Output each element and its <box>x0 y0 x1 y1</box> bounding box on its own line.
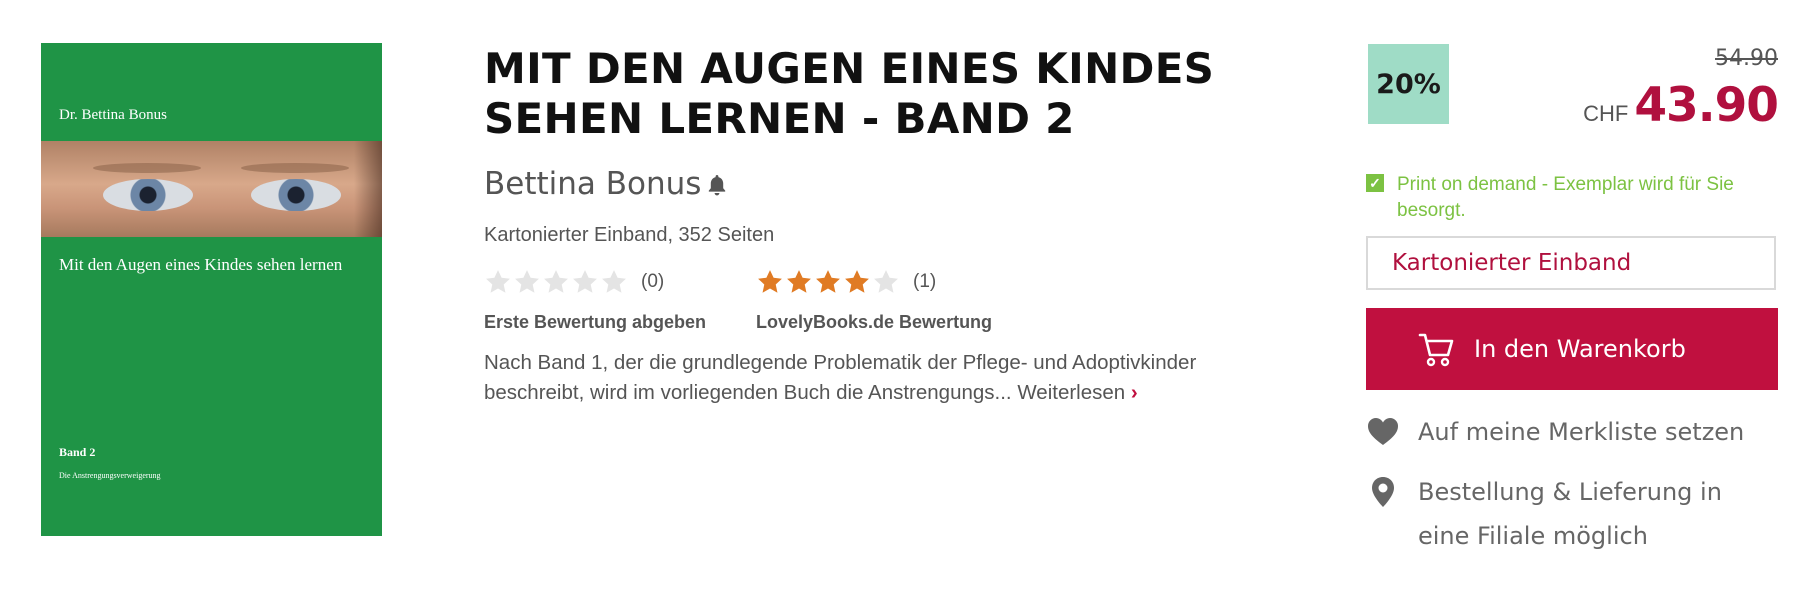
own-rating-stars[interactable] <box>484 268 629 296</box>
cover-eyes-photo <box>41 141 382 237</box>
add-to-cart-label: In den Warenkorb <box>1474 335 1686 363</box>
format-select-value: Kartonierter Einband <box>1392 250 1632 276</box>
author-link[interactable]: Bettina Bonus <box>484 166 701 202</box>
heart-icon <box>1368 418 1398 445</box>
star-empty-icon <box>486 270 510 293</box>
format-select[interactable]: Kartonierter Einband <box>1366 236 1776 290</box>
star-filled-icon <box>845 270 869 293</box>
wishlist-link[interactable]: Auf meine Merkliste setzen <box>1366 410 1744 454</box>
checkbox-icon: ✓ <box>1366 174 1384 192</box>
cover-subtitle-text: Mit den Augen eines Kindes sehen lernen <box>59 255 343 274</box>
lovelybooks-rating[interactable]: (1) <box>756 268 936 296</box>
own-rating[interactable]: (0) <box>484 268 664 296</box>
product-description: Nach Band 1, der die grundlegende Proble… <box>484 348 1274 408</box>
store-delivery-label: Bestellung & Lieferung in eine Filiale m… <box>1418 478 1722 550</box>
format-info: Kartonierter Einband, 352 Seiten <box>484 224 775 246</box>
shopping-cart-icon <box>1418 333 1454 367</box>
star-empty-icon <box>874 270 898 293</box>
add-to-cart-button[interactable]: In den Warenkorb <box>1366 308 1778 390</box>
chevron-right-icon: › <box>1130 381 1138 404</box>
discount-badge: 20% <box>1368 44 1449 124</box>
lovelybooks-rating-stars <box>756 268 901 296</box>
star-filled-icon <box>758 270 782 293</box>
cover-band-subtitle-text: Die Anstrengungsverweigerung <box>59 471 161 480</box>
star-empty-icon <box>544 270 568 293</box>
availability-text: Print on demand - Exemplar wird für Sie … <box>1397 174 1734 221</box>
product-title: MIT DEN AUGEN EINES KINDES SEHEN LERNEN … <box>484 44 1215 143</box>
location-pin-icon <box>1372 477 1394 507</box>
availability-status: ✓ Print on demand - Exemplar wird für Si… <box>1366 172 1766 224</box>
current-price: 43.90 <box>1634 78 1779 133</box>
read-more-label: Weiterlesen <box>1017 381 1126 404</box>
book-cover-image[interactable]: Dr. Bettina Bonus Mit den Augen eines Ki… <box>41 43 382 536</box>
price-row: CHF 43.90 <box>1583 78 1779 133</box>
own-rating-count: (0) <box>641 271 665 292</box>
author-row: Bettina Bonus <box>484 166 729 202</box>
star-filled-icon <box>816 270 840 293</box>
star-empty-icon <box>573 270 597 293</box>
star-empty-icon <box>515 270 539 293</box>
cover-author-text: Dr. Bettina Bonus <box>59 107 167 123</box>
read-more-link[interactable]: Weiterlesen › <box>1017 381 1137 404</box>
rate-first-link[interactable]: Erste Bewertung abgeben <box>484 312 706 333</box>
lovelybooks-rating-count: (1) <box>913 271 937 292</box>
price-currency: CHF <box>1583 101 1629 126</box>
star-filled-icon <box>787 270 811 293</box>
old-price: 54.90 <box>1715 46 1778 71</box>
lovelybooks-rating-caption[interactable]: LovelyBooks.de Bewertung <box>756 312 992 333</box>
store-delivery-link[interactable]: Bestellung & Lieferung in eine Filiale m… <box>1366 470 1746 558</box>
bell-icon[interactable] <box>705 173 729 197</box>
star-empty-icon <box>602 270 626 293</box>
wishlist-label: Auf meine Merkliste setzen <box>1418 418 1745 446</box>
cover-band-text: Band 2 <box>59 445 96 459</box>
